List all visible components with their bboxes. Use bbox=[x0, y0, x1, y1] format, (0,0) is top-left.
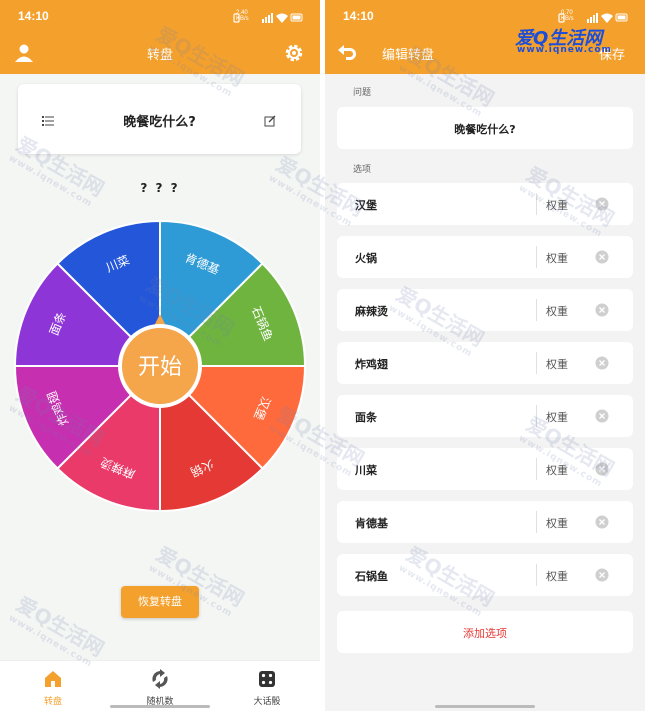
dice-icon bbox=[257, 669, 277, 689]
option-name-input[interactable]: 汉堡 bbox=[355, 197, 377, 213]
refresh-icon bbox=[150, 669, 170, 689]
remove-option-icon[interactable] bbox=[595, 408, 609, 423]
remove-option-icon[interactable] bbox=[595, 196, 609, 211]
divider bbox=[536, 246, 537, 268]
page-title: 转盘 bbox=[146, 48, 173, 63]
settings-gear-icon[interactable] bbox=[284, 43, 304, 67]
status-icons bbox=[232, 9, 304, 28]
option-row: 炸鸡翅 权重 bbox=[337, 342, 633, 384]
app-bar: 14:10 2.40 KB/s 转盘 bbox=[0, 0, 320, 74]
weight-input[interactable]: 权重 bbox=[546, 515, 568, 531]
weight-input[interactable]: 权重 bbox=[546, 568, 568, 584]
weight-input[interactable]: 权重 bbox=[546, 356, 568, 372]
option-name-input[interactable]: 麻辣烫 bbox=[355, 303, 388, 319]
gesture-bar bbox=[110, 705, 210, 708]
option-row: 肯德基 权重 bbox=[337, 501, 633, 543]
edit-wheel-screen: 14:10 0.70 KB/s 编辑转盘 保存 问题 晚餐吃什么? 选项 汉堡 bbox=[325, 0, 645, 711]
question-title: 晚餐吃什么? bbox=[123, 115, 196, 130]
wifi-icon bbox=[601, 13, 613, 23]
spin-wheel[interactable]: 肯德基石锅鱼汉堡火锅麻辣烫炸鸡翅面条川菜 开始 bbox=[14, 220, 306, 512]
tab-dice[interactable]: 大话骰 bbox=[214, 661, 320, 711]
option-name-input[interactable]: 川菜 bbox=[355, 462, 377, 478]
signal-icon bbox=[262, 13, 273, 23]
status-time: 14:10 bbox=[18, 9, 49, 23]
remove-option-icon[interactable] bbox=[595, 302, 609, 317]
divider bbox=[536, 511, 537, 533]
weight-input[interactable]: 权重 bbox=[546, 462, 568, 478]
options-section-label: 选项 bbox=[353, 165, 372, 175]
weight-input[interactable]: 权重 bbox=[546, 250, 568, 266]
question-section-label: 问题 bbox=[353, 88, 372, 98]
option-row: 麻辣烫 权重 bbox=[337, 289, 633, 331]
signal-icon bbox=[587, 13, 598, 23]
start-button[interactable]: 开始 bbox=[118, 324, 202, 408]
battery-icon bbox=[615, 13, 628, 22]
edit-icon[interactable] bbox=[264, 112, 276, 131]
page-title: 编辑转盘 bbox=[382, 48, 435, 63]
remove-option-icon[interactable] bbox=[595, 355, 609, 370]
divider bbox=[536, 352, 537, 374]
tab-random-number[interactable]: 随机数 bbox=[107, 661, 213, 711]
wheel-screen: 14:10 2.40 KB/s 转盘 晚餐吃什么? ? ? ? 肯德基 石锅鱼 … bbox=[0, 0, 320, 711]
option-row: 石锅鱼 权重 bbox=[337, 554, 633, 596]
option-name-input[interactable]: 石锅鱼 bbox=[355, 568, 388, 584]
vibrate-icon bbox=[558, 13, 565, 23]
option-row: 汉堡 权重 bbox=[337, 183, 633, 225]
weight-input[interactable]: 权重 bbox=[546, 197, 568, 213]
spin-result: ? ? ? bbox=[140, 181, 180, 195]
divider bbox=[536, 299, 537, 321]
start-button-label: 开始 bbox=[138, 355, 182, 380]
home-icon bbox=[43, 669, 63, 689]
option-row: 火锅 权重 bbox=[337, 236, 633, 278]
question-input[interactable]: 晚餐吃什么? bbox=[337, 107, 633, 149]
tab-dice-label: 大话骰 bbox=[253, 697, 281, 707]
remove-option-icon[interactable] bbox=[595, 249, 609, 264]
option-row: 川菜 权重 bbox=[337, 448, 633, 490]
weight-input[interactable]: 权重 bbox=[546, 303, 568, 319]
divider bbox=[536, 405, 537, 427]
question-card: 晚餐吃什么? bbox=[18, 84, 301, 154]
back-arrow-icon[interactable] bbox=[337, 44, 357, 66]
question-input-value: 晚餐吃什么? bbox=[454, 123, 516, 136]
battery-icon bbox=[290, 13, 303, 22]
status-time: 14:10 bbox=[343, 9, 374, 23]
remove-option-icon[interactable] bbox=[595, 514, 609, 529]
status-bar: 14:10 2.40 KB/s bbox=[0, 0, 320, 32]
divider bbox=[536, 193, 537, 215]
tab-wheel-label: 转盘 bbox=[43, 697, 62, 707]
divider bbox=[536, 458, 537, 480]
watermark-url: www.iqnew.com bbox=[517, 45, 612, 55]
vibrate-icon bbox=[233, 13, 240, 23]
wifi-icon bbox=[276, 13, 288, 23]
option-name-input[interactable]: 炸鸡翅 bbox=[355, 356, 388, 372]
option-name-input[interactable]: 面条 bbox=[355, 409, 377, 425]
add-option-label: 添加选项 bbox=[463, 627, 507, 640]
gesture-bar bbox=[435, 705, 535, 708]
restore-wheel-button[interactable]: 恢复转盘 bbox=[121, 586, 199, 618]
option-name-input[interactable]: 肯德基 bbox=[355, 515, 388, 531]
option-row: 面条 权重 bbox=[337, 395, 633, 437]
option-name-input[interactable]: 火锅 bbox=[355, 250, 377, 266]
bottom-tab-bar: 转盘 随机数 大话骰 bbox=[0, 660, 320, 711]
remove-option-icon[interactable] bbox=[595, 567, 609, 582]
weight-input[interactable]: 权重 bbox=[546, 409, 568, 425]
divider bbox=[536, 564, 537, 586]
remove-option-icon[interactable] bbox=[595, 461, 609, 476]
add-option-button[interactable]: 添加选项 bbox=[337, 611, 633, 653]
tab-wheel[interactable]: 转盘 bbox=[0, 661, 106, 711]
